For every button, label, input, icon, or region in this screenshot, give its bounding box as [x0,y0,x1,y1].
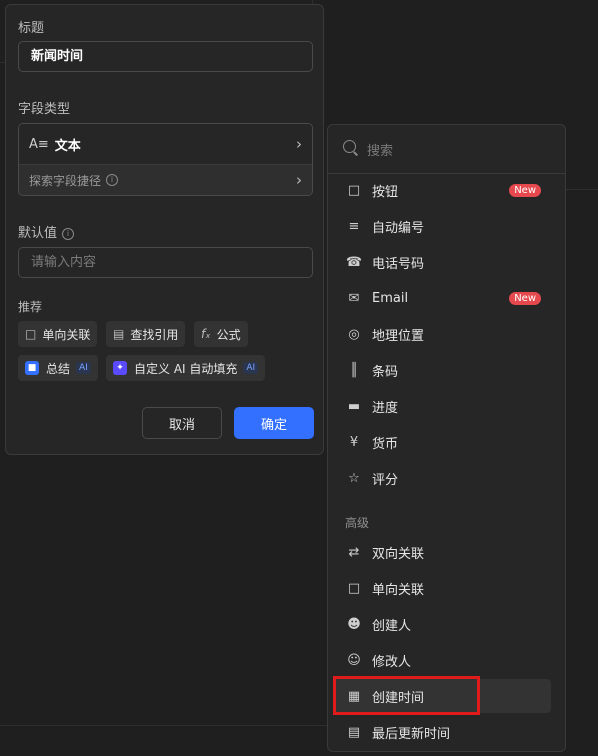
search-input[interactable]: 搜索 [367,140,393,159]
menu-item-label: 自动编号 [372,220,425,236]
menu-item-updated-time[interactable]: ▤ 最后更新时间 [333,715,551,749]
menu-item-modifier[interactable]: ☺ 修改人 [333,643,551,677]
bg-divider [566,189,598,190]
explore-shortcut-row[interactable]: 探索字段捷径 i › [19,164,312,195]
menu-item-phone[interactable]: ☎ 电话号码 [333,245,551,279]
field-type-label: 字段类型 [18,102,71,117]
barcode-icon: ║ [350,362,358,378]
field-edit-panel: 标题 新闻时间 字段类型 A≡ 文本 › 探索字段捷径 i › 默认值 i 请输入… [5,4,324,455]
phone-icon: ☎ [345,254,363,270]
title-input[interactable]: 新闻时间 [18,41,313,72]
location-icon: ◎ [348,326,360,342]
menu-item-one-way-link[interactable]: □ 单向关联 [333,571,551,605]
menu-item-rating[interactable]: ☆ 评分 [333,461,551,495]
chip-label: 总结 [46,361,71,376]
recommend-label: 推荐 [18,300,43,314]
advanced-section-title: 高级 [345,516,370,530]
confirm-button[interactable]: 确定 [234,407,314,439]
menu-item-two-way-link[interactable]: ⇄ 双向关联 [333,535,551,569]
menu-item-progress[interactable]: ▬ 进度 [333,389,551,423]
menu-item-currency[interactable]: ¥ 货币 [333,425,551,459]
info-icon: i [106,174,119,186]
menu-item-barcode[interactable]: ║ 条码 [333,353,551,387]
menu-item-location[interactable]: ◎ 地理位置 [333,317,551,351]
creator-icon: ☻ [347,616,361,632]
link-icon: □ [25,327,37,341]
chip-summary[interactable]: ■ 总结 AI [18,355,98,381]
lookup-icon: ▤ [113,327,125,341]
two-way-link-icon: ⇄ [348,544,360,560]
email-icon: ✉ [348,290,360,306]
chip-label: 公式 [216,327,241,342]
ai-tag: AI [76,362,91,374]
menu-item-label: 修改人 [372,654,412,670]
button-icon: □ [347,182,361,198]
ai-sparkle-icon: ✦ [113,361,127,375]
field-type-row[interactable]: A≡ 文本 › [19,124,312,164]
new-badge: New [509,291,541,305]
menu-item-label: 单向关联 [372,582,425,598]
star-icon: ☆ [348,470,360,486]
menu-item-label: 双向关联 [372,546,425,562]
menu-item-creator[interactable]: ☻ 创建人 [333,607,551,641]
chip-one-way-link[interactable]: □ 单向关联 [18,321,98,347]
field-type-selector: A≡ 文本 › 探索字段捷径 i › [18,123,313,196]
menu-item-label: 进度 [372,400,399,416]
auto-number-icon: ≡ [348,218,360,234]
menu-item-label: 评分 [372,472,399,488]
menu-item-label: 条码 [372,364,399,380]
highlight-box [333,676,480,715]
new-badge: New [509,183,541,197]
search-icon [343,140,356,153]
menu-item-button[interactable]: □ 按钮 New [333,173,551,207]
menu-item-label: 地理位置 [372,328,425,344]
currency-icon: ¥ [349,434,359,450]
cancel-button[interactable]: 取消 [142,407,222,439]
menu-item-label: 最后更新时间 [372,726,451,742]
explore-label: 探索字段捷径 [29,173,102,188]
chip-label: 查找引用 [130,327,179,342]
field-type-value: 文本 [54,138,81,154]
one-way-link-icon: □ [347,580,361,596]
chevron-right-icon: › [296,135,302,153]
info-icon[interactable]: i [62,227,75,240]
search-bar[interactable]: 搜索 [328,125,565,174]
progress-icon: ▬ [347,398,361,414]
text-icon: A≡ [29,136,49,152]
chip-lookup[interactable]: ▤ 查找引用 [106,321,186,347]
title-label: 标题 [18,21,45,36]
menu-item-email[interactable]: ✉ Email New [333,281,551,315]
default-value-input[interactable]: 请输入内容 [18,247,313,278]
default-value-text: 默认值 [18,226,58,241]
ai-tag: AI [243,362,259,374]
menu-item-label: 创建人 [372,618,412,634]
chip-label: 单向关联 [42,327,91,342]
updated-time-icon: ▤ [347,724,361,740]
chip-custom-ai-fill[interactable]: ✦ 自定义 AI 自动填充 AI [106,355,266,381]
menu-item-label: 货币 [372,436,399,452]
menu-item-label: 按钮 [372,184,399,200]
chevron-right-icon: › [296,171,302,189]
modifier-icon: ☺ [347,652,361,668]
menu-item-auto-number[interactable]: ≡ 自动编号 [333,209,551,243]
chip-formula[interactable]: fₓ 公式 [194,321,248,347]
chip-label: 自定义 AI 自动填充 [134,361,238,376]
formula-icon: fₓ [201,327,211,341]
summary-icon: ■ [25,361,39,375]
default-value-label: 默认值 i [18,222,75,241]
bg-divider [0,725,327,726]
menu-item-label: 电话号码 [372,256,425,272]
field-type-dropdown: 搜索 □ 按钮 New ≡ 自动编号 ☎ 电话号码 ✉ Email New ◎ … [327,124,566,752]
menu-item-label: Email [372,290,409,306]
